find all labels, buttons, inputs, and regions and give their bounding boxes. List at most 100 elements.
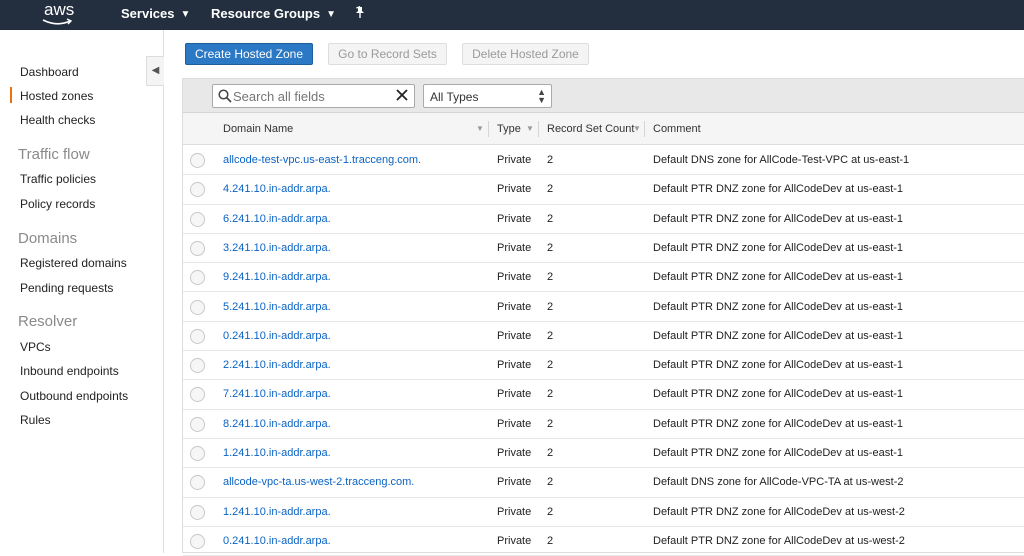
domain-name-link[interactable]: 7.241.10.in-addr.arpa. [223,380,331,409]
sidebar-item-registered-domains[interactable]: Registered domains [20,256,127,270]
collapse-sidebar-button[interactable]: ◀ [146,56,164,86]
sidebar-item-policy-records[interactable]: Policy records [20,197,95,211]
row-select-radio[interactable] [190,416,205,432]
domain-name-link[interactable]: 0.241.10.in-addr.arpa. [223,527,331,556]
table-row[interactable]: 9.241.10.in-addr.arpa. Private 2 Default PT… [183,263,1024,293]
close-icon[interactable] [395,88,409,102]
type-cell: Private [497,476,532,489]
chevron-down-icon: ▼ [326,9,336,20]
comment-cell: Default PTR DNZ zone for AllCodeDev at u… [653,359,904,372]
comment-cell: Default DNS zone for AllCode-Test-VPC at… [653,154,910,166]
sidebar-item-vpcs[interactable]: VPCs [20,340,51,354]
domain-name-link[interactable]: allcode-test-vpc.us-east-1.tracceng.com. [223,146,421,175]
table-row[interactable]: 0.241.10.in-addr.arpa. Private 2 Default PT… [183,527,1024,556]
domain-name-link[interactable]: 8.241.10.in-addr.arpa. [223,410,331,439]
row-select-radio[interactable] [190,299,205,315]
row-select-radio[interactable] [190,446,205,461]
type-filter-select[interactable]: All Types ▲ ▼ [423,84,552,108]
domain-name-link[interactable]: 3.241.10.in-addr.arpa. [223,234,331,263]
type-cell: Private [497,241,532,254]
type-cell: Private [497,534,532,547]
column-header-type[interactable]: Type [497,113,521,145]
record-set-count-cell: 2 [547,476,554,489]
aws-logo[interactable]: aws [36,0,80,30]
top-nav: aws Services ▼ Resource Groups ▼ [0,0,1024,30]
record-set-count-cell: 2 [547,417,554,430]
comment-cell: Default PTR DNZ zone for AllCodeDev at u… [653,329,904,342]
table-row[interactable]: 2.241.10.in-addr.arpa. Private 2 Default PT… [183,351,1024,381]
sidebar-item-outbound-endpoints[interactable]: Outbound endpoints [20,389,128,403]
domain-name-link[interactable]: 9.241.10.in-addr.arpa. [223,263,331,292]
record-set-count-cell: 2 [547,212,554,225]
sidebar-item-pending-requests[interactable]: Pending requests [20,281,113,295]
record-set-count-cell: 2 [547,271,554,284]
aws-smile-icon [42,18,73,25]
type-cell: Private [497,300,532,313]
search-input[interactable] [233,87,393,105]
delete-hosted-zone-button[interactable]: Delete Hosted Zone [462,43,589,65]
row-select-radio[interactable] [190,211,205,227]
row-select-radio[interactable] [190,153,205,168]
row-select-radio[interactable] [190,504,205,520]
record-set-count-cell: 2 [547,329,554,342]
column-divider [538,121,539,137]
row-select-radio[interactable] [190,182,205,198]
domain-name-link[interactable]: 0.241.10.in-addr.arpa. [223,322,331,351]
sidebar-item-inbound-endpoints[interactable]: Inbound endpoints [20,364,119,378]
record-set-count-cell: 2 [547,300,554,313]
table-row[interactable]: 6.241.10.in-addr.arpa. Private 2 Default PT… [183,205,1024,234]
search-icon [218,89,232,103]
domain-name-link[interactable]: 1.241.10.in-addr.arpa. [223,498,331,527]
sidebar-item-dashboard[interactable]: Dashboard [20,65,79,79]
domain-name-link[interactable]: allcode-vpc-ta.us-west-2.tracceng.com. [223,468,414,497]
type-cell: Private [497,359,532,372]
table-header: Domain Name ▼ Type ▼ Record Set Count ▼ … [183,113,1024,145]
services-menu[interactable]: Services ▼ [121,0,190,30]
type-cell: Private [497,154,532,166]
table-row[interactable]: allcode-vpc-ta.us-west-2.tracceng.com. Pr… [183,468,1024,498]
column-divider [644,121,645,137]
sidebar-item-health-checks[interactable]: Health checks [20,113,95,127]
table-row[interactable]: 1.241.10.in-addr.arpa. Private 2 Default PT… [183,498,1024,527]
type-cell: Private [497,329,532,342]
comment-cell: Default PTR DNZ zone for AllCodeDev at u… [653,534,905,547]
sidebar-item-traffic-policies[interactable]: Traffic policies [20,172,96,186]
row-select-radio[interactable] [190,270,205,286]
table-row[interactable]: 8.241.10.in-addr.arpa. Private 2 Default PT… [183,410,1024,439]
search-box[interactable] [212,84,415,108]
row-select-radio[interactable] [190,387,205,403]
sidebar-heading-domains: Domains [18,230,78,247]
column-header-domain-name[interactable]: Domain Name [223,113,293,145]
domain-name-link[interactable]: 6.241.10.in-addr.arpa. [223,205,331,234]
filter-bar: All Types ▲▼ [183,79,1024,113]
create-hosted-zone-button[interactable]: Create Hosted Zone [185,43,313,65]
table-row[interactable]: allcode-test-vpc.us-east-1.tracceng.com.… [183,146,1024,176]
sidebar: Dashboard Hosted zones Health checks Traffi… [0,30,164,553]
domain-name-link[interactable]: 1.241.10.in-addr.arpa. [223,439,331,468]
row-select-radio[interactable] [190,475,205,491]
domain-name-link[interactable]: 4.241.10.in-addr.arpa. [223,175,331,204]
go-to-record-sets-button[interactable]: Go to Record Sets [328,43,447,65]
type-cell: Private [497,417,532,430]
sidebar-item-hosted-zones[interactable]: Hosted zones [9,87,93,103]
type-cell: Private [497,505,532,518]
table-row[interactable]: 5.241.10.in-addr.arpa. Private 2 Default PT… [183,293,1024,322]
comment-cell: Default PTR DNZ zone for AllCodeDev at u… [653,388,904,401]
column-header-record-set-count[interactable]: Record Set Count [547,113,634,145]
row-select-radio[interactable] [190,240,205,256]
table-row[interactable]: 3.241.10.in-addr.arpa. Private 2 Default PT… [183,234,1024,264]
row-select-radio[interactable] [190,533,205,549]
row-select-radio[interactable] [190,358,205,374]
table-row[interactable]: 4.241.10.in-addr.arpa. Private 2 Default PT… [183,175,1024,205]
sidebar-item-rules[interactable]: Rules [20,413,51,427]
table-row[interactable]: 0.241.10.in-addr.arpa. Private 2 Default PT… [183,322,1024,352]
resource-groups-menu[interactable]: Resource Groups ▼ [211,0,336,30]
comment-cell: Default DNS zone for AllCode-VPC-TA at u… [653,476,904,489]
row-select-radio[interactable] [190,328,205,344]
table-row[interactable]: 1.241.10.in-addr.arpa. Private 2 Default PT… [183,439,1024,469]
column-header-comment[interactable]: Comment [653,113,701,145]
table-row[interactable]: 7.241.10.in-addr.arpa. Private 2 Default PT… [183,380,1024,410]
domain-name-link[interactable]: 5.241.10.in-addr.arpa. [223,293,331,322]
domain-name-link[interactable]: 2.241.10.in-addr.arpa. [223,351,331,380]
pin-icon[interactable] [354,6,366,20]
